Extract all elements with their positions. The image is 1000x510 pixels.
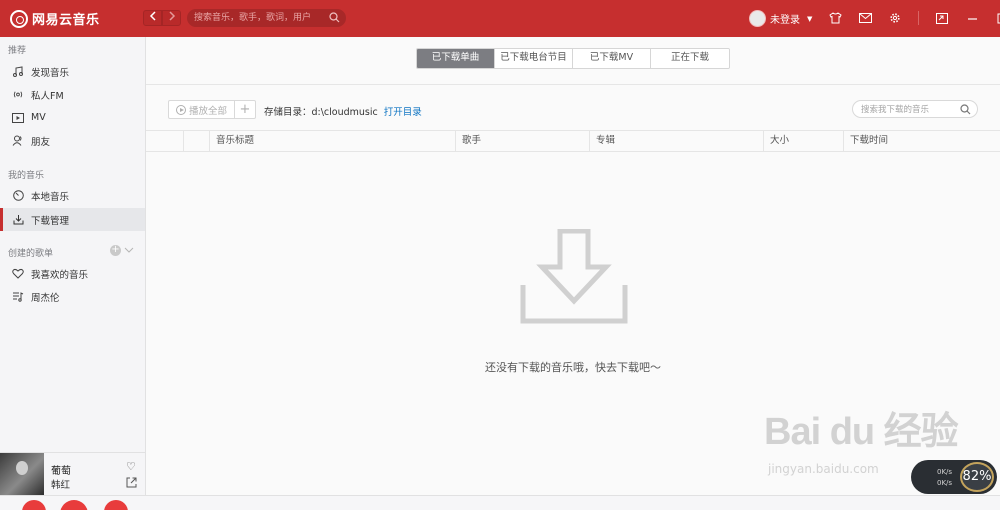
- playlist-actions: +: [110, 245, 134, 256]
- title-bar: 网易云音乐 未登录 ▼: [0, 0, 1000, 37]
- storage-info: 存储目录：d:\cloudmusic 打开目录: [264, 104, 422, 118]
- watermark-url: jingyan.baidu.com: [768, 462, 879, 476]
- memory-percent: 82%: [960, 462, 994, 492]
- column-title[interactable]: 音乐标题: [209, 131, 455, 152]
- section-my-music: 我的音乐: [8, 171, 45, 181]
- play-button[interactable]: [60, 500, 88, 510]
- column-artist[interactable]: 歌手: [455, 131, 589, 152]
- download-empty-icon: [520, 229, 628, 324]
- search-icon[interactable]: [329, 12, 340, 23]
- heart-icon: [12, 268, 24, 280]
- sidebar-item-local-music[interactable]: 本地音乐: [0, 184, 145, 207]
- empty-message: 还没有下载的音乐哦，快去下载吧～: [485, 361, 661, 374]
- column-checkbox: [183, 131, 212, 152]
- now-playing-title[interactable]: 葡萄: [51, 462, 71, 477]
- download-search-input[interactable]: [861, 103, 961, 116]
- chevron-down-icon[interactable]: [124, 247, 134, 254]
- sidebar-item-mv[interactable]: MV: [0, 106, 145, 129]
- tab-downloaded-mv[interactable]: 已下载MV: [573, 49, 651, 68]
- user-login-label[interactable]: 未登录: [770, 11, 800, 26]
- caret-down-icon[interactable]: ▼: [807, 15, 812, 23]
- play-all-button[interactable]: 播放全部: [169, 101, 235, 118]
- sidebar-item-label: 本地音乐: [31, 191, 70, 203]
- section-created-playlists: 创建的歌单: [8, 249, 54, 259]
- user-menu[interactable]: 未登录 ▼: [749, 10, 812, 27]
- play-icon: [175, 104, 186, 115]
- play-all-group: 播放全部 +: [168, 100, 256, 119]
- divider: [146, 84, 1000, 85]
- next-button[interactable]: [104, 500, 128, 510]
- friends-icon: [12, 135, 24, 147]
- play-all-label: 播放全部: [188, 105, 227, 117]
- sidebar-item-label: 周杰伦: [31, 292, 60, 304]
- column-download-time[interactable]: 下载时间: [843, 131, 1000, 152]
- heart-icon[interactable]: ♡: [126, 460, 136, 473]
- music-note-icon: [12, 66, 24, 78]
- sidebar-item-label: 朋友: [31, 136, 51, 148]
- column-size[interactable]: 大小: [763, 131, 843, 152]
- global-search-input[interactable]: [194, 11, 324, 25]
- chevron-right-icon: [168, 11, 175, 21]
- download-search: [852, 100, 978, 118]
- download-rate: 0K/s: [937, 479, 953, 487]
- tab-downloading[interactable]: 正在下载: [651, 49, 729, 68]
- sidebar-item-liked-music[interactable]: 我喜欢的音乐: [0, 262, 145, 285]
- column-album[interactable]: 专辑: [589, 131, 763, 152]
- radio-icon: [12, 89, 24, 101]
- share-icon[interactable]: [126, 477, 137, 491]
- add-playlist-button[interactable]: +: [110, 245, 121, 256]
- history-nav: [143, 10, 181, 26]
- sidebar-item-friends[interactable]: 朋友: [0, 129, 145, 152]
- now-playing[interactable]: 葡萄 韩红 ♡: [0, 452, 146, 496]
- maximize-icon[interactable]: [995, 11, 1000, 25]
- global-search: [187, 9, 346, 27]
- sidebar-item-discover[interactable]: 发现音乐: [0, 60, 145, 83]
- tab-downloaded-radio[interactable]: 已下载电台节目: [495, 49, 573, 68]
- sidebar-item-label: 发现音乐: [31, 67, 70, 79]
- download-tabs: 已下载单曲 已下载电台节目 已下载MV 正在下载: [416, 48, 730, 69]
- storage-label: 存储目录：d:\cloudmusic: [264, 107, 378, 118]
- playlist-icon: [12, 291, 24, 303]
- avatar[interactable]: [749, 10, 766, 27]
- mini-mode-icon[interactable]: [935, 11, 949, 25]
- sidebar-item-label: MV: [31, 112, 46, 123]
- gear-icon[interactable]: [888, 11, 902, 25]
- tab-downloaded-songs[interactable]: 已下载单曲: [417, 49, 495, 68]
- network-speed-widget[interactable]: 0K/s 0K/s 82%: [911, 460, 997, 494]
- album-cover[interactable]: [0, 453, 44, 496]
- add-to-list-button[interactable]: +: [235, 101, 255, 118]
- previous-button[interactable]: [22, 500, 46, 510]
- speed-rates: 0K/s 0K/s: [937, 467, 952, 489]
- shirt-icon[interactable]: [828, 11, 842, 25]
- video-icon: [12, 112, 24, 124]
- open-directory-link[interactable]: 打开目录: [384, 107, 422, 118]
- back-button[interactable]: [143, 10, 162, 26]
- minimize-icon[interactable]: [965, 11, 979, 25]
- sidebar-item-playlist[interactable]: 周杰伦: [0, 285, 145, 308]
- netease-logo-icon: [10, 9, 28, 28]
- sidebar-item-label: 我喜欢的音乐: [31, 269, 89, 281]
- app-logo: 网易云音乐: [10, 9, 100, 28]
- disc-icon: [12, 190, 24, 202]
- sidebar-item-label: 下载管理: [31, 215, 70, 227]
- download-icon: [12, 214, 24, 226]
- sidebar-item-label: 私人FM: [31, 90, 64, 102]
- watermark-brand: Bai du 经验: [764, 411, 959, 453]
- search-icon[interactable]: [960, 104, 971, 115]
- mail-icon[interactable]: [858, 11, 872, 25]
- baidu-watermark: Bai du 经验 jingyan.baidu.com: [764, 400, 959, 476]
- app-title: 网易云音乐: [32, 13, 100, 28]
- section-recommend: 推荐: [8, 46, 27, 56]
- player-bar: [0, 495, 1000, 510]
- sidebar-item-fm[interactable]: 私人FM: [0, 83, 145, 106]
- now-playing-artist[interactable]: 韩红: [51, 477, 70, 491]
- upload-rate: 0K/s: [937, 468, 953, 476]
- forward-button[interactable]: [162, 10, 181, 26]
- sidebar: 推荐 发现音乐 私人FM MV 朋友 我的音乐 本地音乐 下载管理 创建的歌单 …: [0, 37, 146, 452]
- window-controls: [828, 11, 1000, 25]
- chevron-left-icon: [149, 11, 156, 21]
- sidebar-item-downloads[interactable]: 下载管理: [0, 208, 145, 231]
- divider: [918, 11, 919, 25]
- table-header: 音乐标题 歌手 专辑 大小 下载时间: [146, 130, 1000, 152]
